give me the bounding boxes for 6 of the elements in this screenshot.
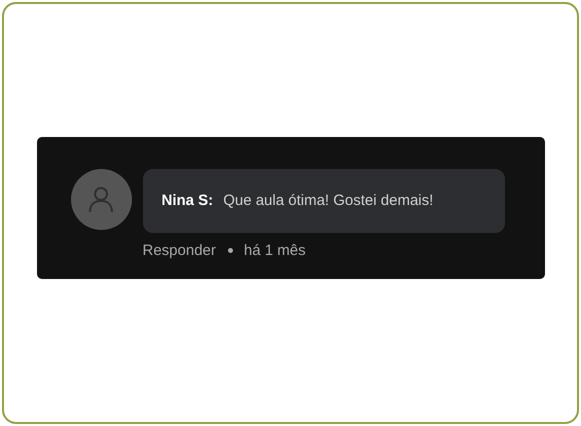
timestamp: há 1 mês xyxy=(244,242,306,258)
author-name: Nina S: xyxy=(162,192,214,209)
comment-text: Que aula ótima! Gostei demais! xyxy=(223,192,434,209)
person-icon xyxy=(86,184,116,214)
reply-link[interactable]: Responder xyxy=(142,242,216,258)
separator-dot xyxy=(228,248,233,252)
